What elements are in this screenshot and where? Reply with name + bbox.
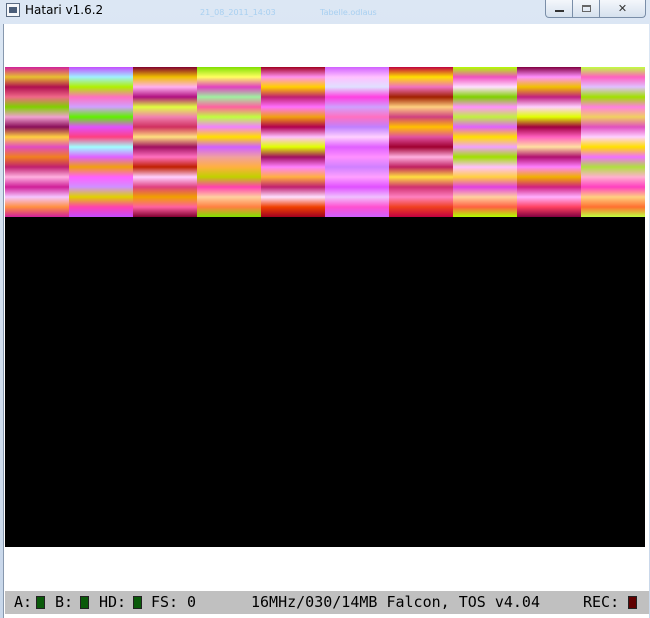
color-bar-column xyxy=(261,67,325,217)
hard-disk-led xyxy=(133,596,142,609)
record-label: REC: xyxy=(583,593,620,611)
window-title: Hatari v1.6.2 xyxy=(25,3,104,17)
fs-value: 0 xyxy=(187,593,197,611)
drive-b-led xyxy=(80,596,89,609)
drive-b-label: B: xyxy=(55,593,74,611)
background-window-text: 21_08_2011_14:03 xyxy=(200,8,276,17)
drive-a-led xyxy=(36,596,45,609)
color-bar-column xyxy=(69,67,133,217)
color-bar-column xyxy=(581,67,645,217)
hard-disk-label: HD: xyxy=(99,593,127,611)
maximize-button[interactable] xyxy=(573,0,600,18)
title-bar[interactable]: Hatari v1.6.2 21_08_2011_14:03 Tabelle.o… xyxy=(0,0,650,22)
status-bar: A: B: HD: FS: 0 16MHz/030/14MB Falcon, T… xyxy=(5,591,649,614)
background-window-text: Tabelle.odlaus xyxy=(320,8,377,17)
hatari-window: Hatari v1.6.2 21_08_2011_14:03 Tabelle.o… xyxy=(0,0,650,618)
color-bar-column xyxy=(5,67,69,217)
machine-info: 16MHz/030/14MB Falcon, TOS v4.04 xyxy=(251,593,540,611)
color-bar-column xyxy=(389,67,453,217)
color-bar-column xyxy=(133,67,197,217)
fs-label: FS: xyxy=(151,593,179,611)
record-indicator xyxy=(628,596,637,609)
color-bar-column xyxy=(197,67,261,217)
maximize-icon xyxy=(581,5,591,12)
minimize-icon xyxy=(554,9,564,12)
color-bar-column xyxy=(453,67,517,217)
emulator-screen[interactable] xyxy=(5,67,645,547)
drive-a-label: A: xyxy=(14,593,33,611)
color-bar-column xyxy=(517,67,581,217)
hatari-app-icon[interactable] xyxy=(6,3,20,17)
close-button[interactable]: ✕ xyxy=(600,0,646,18)
minimize-button[interactable] xyxy=(545,0,573,18)
color-bar-pattern xyxy=(5,67,645,217)
color-bar-column xyxy=(325,67,389,217)
close-icon: ✕ xyxy=(617,2,628,15)
